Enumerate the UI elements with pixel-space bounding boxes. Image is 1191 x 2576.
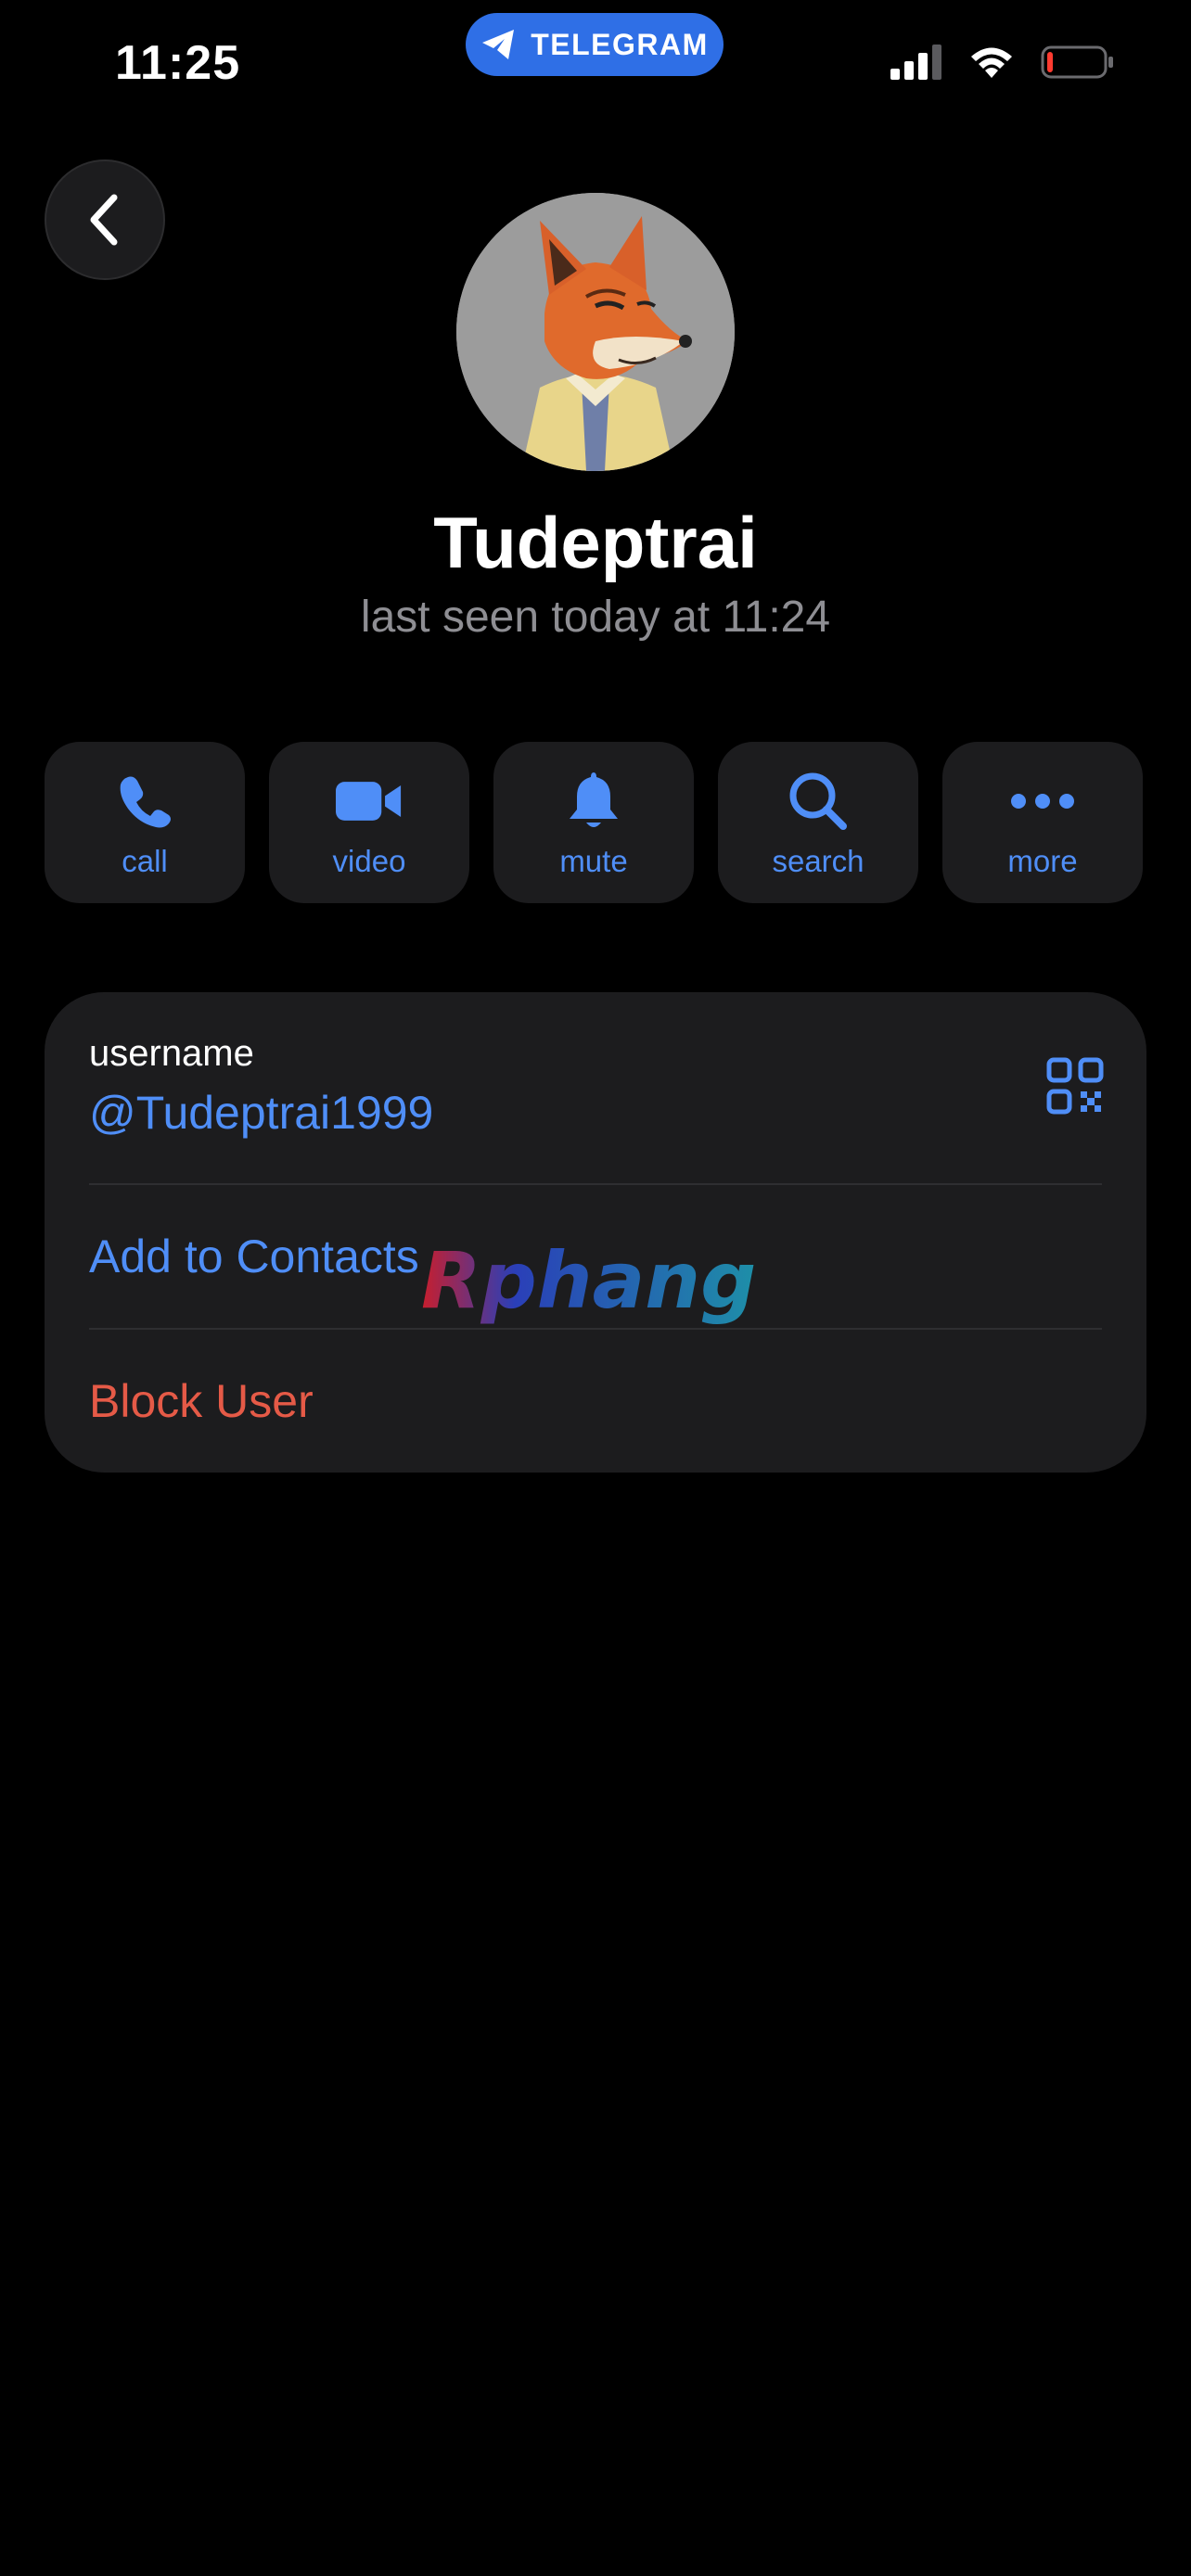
video-camera-icon bbox=[336, 782, 402, 821]
info-card: username @Tudeptrai1999 Add to Contacts … bbox=[45, 992, 1146, 1473]
qr-code-icon bbox=[1046, 1057, 1104, 1115]
call-label: call bbox=[122, 844, 168, 878]
last-seen-status: last seen today at 11:24 bbox=[360, 593, 831, 642]
profile-screen: 11:25 TELEGRAM Tudeptrai last seen today… bbox=[0, 0, 1191, 2576]
add-to-contacts-button[interactable]: Add to Contacts bbox=[89, 1230, 419, 1283]
telegram-return-pill[interactable]: TELEGRAM bbox=[466, 13, 724, 76]
more-label: more bbox=[1007, 844, 1078, 878]
more-dots-icon bbox=[1011, 794, 1074, 809]
profile-avatar[interactable] bbox=[456, 193, 735, 471]
back-button[interactable] bbox=[45, 159, 165, 280]
profile-name: Tudeptrai bbox=[433, 502, 758, 583]
mute-label: mute bbox=[559, 844, 628, 878]
divider bbox=[89, 1328, 1102, 1330]
search-button[interactable]: search bbox=[718, 742, 918, 903]
search-icon bbox=[789, 772, 847, 830]
username-label: username bbox=[89, 1033, 254, 1074]
call-button[interactable]: call bbox=[45, 742, 245, 903]
fox-avatar bbox=[456, 193, 735, 471]
mute-button[interactable]: mute bbox=[493, 742, 694, 903]
more-button[interactable]: more bbox=[942, 742, 1143, 903]
qr-code-button[interactable] bbox=[1046, 1057, 1104, 1115]
cellular-signal-icon bbox=[890, 45, 941, 80]
telegram-icon bbox=[482, 30, 515, 59]
svg-text:Rphang: Rphang bbox=[421, 1235, 756, 1326]
status-time: 11:25 bbox=[115, 36, 241, 90]
battery-low-icon bbox=[1041, 45, 1113, 79]
status-icons bbox=[890, 45, 1115, 80]
divider bbox=[89, 1183, 1102, 1185]
action-bar: call video mute search more bbox=[45, 742, 1143, 903]
search-label: search bbox=[772, 844, 864, 878]
watermark-logo: Rphang bbox=[421, 1235, 756, 1326]
app-pill-label: TELEGRAM bbox=[531, 27, 709, 61]
username-row[interactable]: username @Tudeptrai1999 bbox=[89, 1033, 433, 1140]
block-user-button[interactable]: Block User bbox=[89, 1374, 314, 1428]
username-value[interactable]: @Tudeptrai1999 bbox=[89, 1086, 433, 1140]
chevron-left-icon bbox=[90, 194, 118, 246]
bell-icon bbox=[570, 772, 618, 827]
video-label: video bbox=[332, 844, 406, 878]
video-button[interactable]: video bbox=[269, 742, 469, 903]
phone-icon bbox=[120, 776, 171, 828]
wifi-icon bbox=[971, 47, 1012, 78]
